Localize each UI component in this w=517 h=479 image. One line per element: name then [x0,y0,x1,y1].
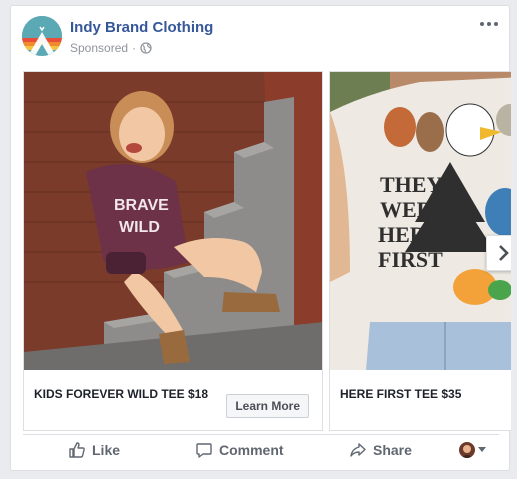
share-arrow-icon [350,442,366,457]
like-button[interactable]: Like [68,435,120,465]
product-photo[interactable]: THEY WERE HERE FIRST [330,72,511,370]
svg-text:HERE: HERE [378,222,440,247]
user-avatar [459,442,475,458]
product-photo[interactable]: BRAVE WILD [24,72,322,370]
carousel-card[interactable]: BRAVE WILD KIDS FOREVER WILD TEE $18 Lea… [23,71,323,431]
comment-label: Comment [219,441,284,458]
card-caption[interactable]: KIDS FOREVER WILD TEE $18 [34,387,208,401]
sponsored-label[interactable]: Sponsored [70,41,128,55]
share-label: Share [373,441,412,458]
animal-tee-photo: THEY WERE HERE FIRST [330,72,511,370]
learn-more-button[interactable]: Learn More [226,394,309,418]
page-avatar[interactable] [22,16,62,56]
user-avatar-icon [459,442,475,458]
chevron-right-icon [499,245,509,261]
reaction-picker[interactable] [459,442,486,458]
card-caption[interactable]: HERE FIRST TEE $35 [340,387,461,401]
sunset-mountain-logo-icon [22,16,62,56]
child-on-steps-photo: BRAVE WILD [24,72,322,370]
svg-text:FIRST: FIRST [378,247,443,272]
meta-separator: · [132,41,137,55]
post-actions-bar: Like Comment Share [23,434,499,464]
post-meta: Sponsored · [70,41,152,55]
comment-bubble-icon [196,442,212,458]
carousel: BRAVE WILD KIDS FOREVER WILD TEE $18 Lea… [23,71,511,431]
svg-text:BRAVE: BRAVE [114,197,169,214]
carousel-next-button[interactable] [486,235,511,271]
share-button[interactable]: Share [349,435,412,465]
carousel-card[interactable]: THEY WERE HERE FIRST HERE FIRST TEE $35 [329,71,511,431]
thumbs-up-icon [69,441,85,458]
like-label: Like [92,441,121,458]
svg-text:WILD: WILD [119,219,160,236]
globe-icon[interactable] [140,42,152,54]
page-name-link[interactable]: Indy Brand Clothing [70,19,213,36]
sponsored-post: Indy Brand Clothing Sponsored · BRAVE WI… [10,5,511,471]
caret-down-icon [478,447,486,452]
svg-text:WERE: WERE [380,197,447,222]
svg-text:THEY: THEY [380,172,442,197]
comment-button[interactable]: Comment [195,435,284,465]
more-options-icon[interactable] [477,16,501,32]
